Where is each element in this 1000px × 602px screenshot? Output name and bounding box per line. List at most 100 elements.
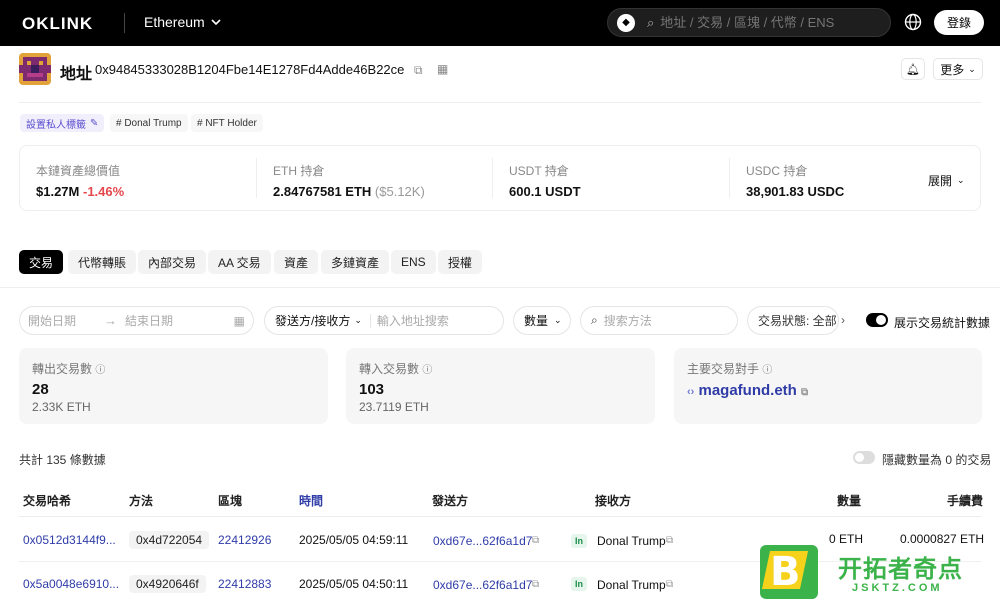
holding-usdc: USDC 持倉 38,901.83 USDC [746, 162, 844, 199]
holding-usdt: USDT 持倉 600.1 USDT [509, 162, 581, 199]
col-header-from: 發送方 [432, 494, 469, 508]
stat-label: 轉入交易數 [359, 362, 420, 376]
holding-total: 本鏈資產總價值 $1.27M -1.46% [36, 162, 124, 199]
global-search[interactable]: ◆ ⌕ [607, 8, 891, 37]
holdings-card: 本鏈資產總價值 $1.27M -1.46% ETH 持倉 2.84767581 … [19, 145, 981, 211]
ethereum-icon[interactable]: ◆ [617, 13, 635, 32]
direction-badge: In [571, 534, 587, 548]
copy-icon[interactable]: ⧉ [801, 387, 808, 398]
stat-label: 主要交易對手 [687, 362, 760, 376]
date-range-picker[interactable]: 開始日期 → 結束日期 ▦ [19, 306, 254, 335]
status-filter[interactable]: 交易狀態: 全部 [747, 306, 839, 335]
chain-label: Ethereum [144, 14, 205, 30]
chevron-down-icon [211, 19, 221, 26]
tx-fee: 0.0000827 ETH [900, 532, 985, 546]
direction-badge: In [571, 577, 587, 591]
tag-donal-trump[interactable]: # Donal Trump [110, 114, 188, 132]
tab-token-transfers[interactable]: 代幣轉賬 [68, 250, 137, 274]
method-badge: 0x4920646f [129, 575, 206, 593]
copy-icon[interactable]: ⧉ [666, 579, 673, 590]
col-header-method: 方法 [129, 494, 154, 508]
tab-transactions[interactable]: 交易 [19, 250, 64, 274]
chain-selector[interactable]: Ethereum [144, 14, 221, 30]
divider [369, 313, 371, 328]
watermark-letter: B [770, 549, 801, 595]
col-header-block: 區塊 [218, 494, 243, 508]
col-header-to: 接收方 [595, 494, 632, 508]
method-search[interactable]: ⌕ 搜索方法 [580, 306, 738, 335]
copy-icon[interactable]: ⧉ [666, 535, 673, 546]
status-label: 交易狀態: 全部 [758, 314, 837, 328]
top-nav-bar: OKLINK Ethereum ◆ ⌕ 登錄 [0, 0, 1000, 46]
col-header-time[interactable]: 時間 [299, 492, 323, 509]
globe-icon[interactable] [903, 12, 923, 32]
search-input[interactable] [660, 15, 861, 30]
tx-amount: 0 ETH [829, 532, 864, 546]
divider [0, 287, 1000, 288]
end-date-input[interactable]: 結束日期 [125, 312, 173, 329]
holding-value: $1.27M [36, 184, 80, 199]
tab-assets[interactable]: 資產 [274, 250, 319, 274]
divider [19, 102, 981, 103]
holding-separator [256, 158, 257, 198]
tab-internal-transactions[interactable]: 內部交易 [138, 250, 207, 274]
tx-time: 2025/05/05 04:50:11 [299, 577, 409, 591]
holding-separator [729, 158, 730, 198]
oklink-logo[interactable]: OKLINK [20, 14, 93, 34]
holding-label: USDT 持倉 [509, 164, 569, 178]
col-header-amount: 數量 [837, 494, 862, 508]
tab-ens[interactable]: ENS [391, 250, 436, 274]
stat-label: 轉出交易數 [32, 362, 93, 376]
brand-name: OKLINK [22, 14, 94, 33]
method-badge: 0x4d722054 [129, 531, 210, 549]
tab-multichain-assets[interactable]: 多鏈資產 [321, 250, 390, 274]
ens-icon: ‹› [687, 386, 695, 398]
more-label: 更多 [940, 62, 965, 77]
show-stats-toggle[interactable] [866, 313, 888, 327]
tab-approvals[interactable]: 授權 [438, 250, 483, 274]
holding-value: 2.84767581 ETH [273, 184, 372, 199]
stat-count: 103 [359, 381, 385, 398]
counterparty-link[interactable]: magafund.eth [699, 382, 797, 399]
block-link[interactable]: 22412926 [218, 533, 271, 547]
outgoing-stats-card: 轉出交易數 ⓘ 28 2.33K ETH [19, 348, 328, 424]
qr-code-icon[interactable]: ▦ [437, 62, 448, 76]
tag-nft-holder[interactable]: # NFT Holder [191, 114, 263, 132]
expand-button[interactable]: 展開 ⌄ [928, 172, 965, 189]
to-address-link[interactable]: Donal Trump [597, 534, 666, 548]
tab-aa-transactions[interactable]: AA 交易 [208, 250, 271, 274]
stat-amount: 2.33K ETH [32, 400, 91, 414]
address-hash: 0x94845333028B1204Fbe14E1278Fd4Adde46B22… [95, 62, 405, 77]
method-search-input[interactable]: 搜索方法 [604, 312, 652, 329]
tx-hash-link[interactable]: 0x0512d3144f9... [23, 533, 116, 547]
block-link[interactable]: 22412883 [218, 577, 271, 591]
holding-value: 600.1 USDT [509, 184, 581, 199]
quantity-dropdown[interactable]: 數量 ⌄ [513, 306, 571, 335]
hide-zero-toggle[interactable] [853, 451, 875, 464]
hide-zero-label: 隱藏數量為 0 的交易 [882, 453, 992, 467]
copy-icon[interactable]: ⧉ [532, 579, 539, 590]
stat-amount: 23.7119 ETH [359, 400, 429, 414]
quantity-label: 數量 [524, 314, 549, 328]
copy-icon[interactable]: ⧉ [414, 63, 423, 78]
address-avatar [19, 53, 51, 85]
from-address-link[interactable]: 0xd67e...62f6a1d7 [433, 578, 532, 592]
search-icon: ⌕ [591, 313, 598, 327]
copy-icon[interactable]: ⧉ [532, 535, 539, 546]
tx-hash-link[interactable]: 0x5a0048e6910... [23, 577, 119, 591]
table-header-divider [19, 516, 981, 517]
more-dropdown[interactable]: 更多 ⌄ [933, 58, 983, 80]
login-button[interactable]: 登錄 [934, 10, 984, 35]
address-search-input[interactable]: 輸入地址搜索 [377, 312, 449, 329]
address-filter[interactable]: 發送方/接收方 ⌄ 輸入地址搜索 [264, 306, 504, 335]
from-address-link[interactable]: 0xd67e...62f6a1d7 [433, 534, 532, 548]
chevron-down-icon: ⌄ [968, 63, 976, 74]
direction-select[interactable]: 發送方/接收方 [275, 312, 350, 329]
to-address-link[interactable]: Donal Trump [597, 578, 666, 592]
holding-label: 本鏈資產總價值 [36, 164, 121, 178]
notification-button[interactable]: 🔔︎ [901, 58, 925, 80]
chevron-right-icon[interactable]: › [841, 313, 845, 327]
holding-label: USDC 持倉 [746, 164, 808, 178]
start-date-input[interactable]: 開始日期 [28, 312, 76, 329]
set-private-tag-button[interactable]: 設置私人標籤 ✎ [20, 114, 105, 132]
